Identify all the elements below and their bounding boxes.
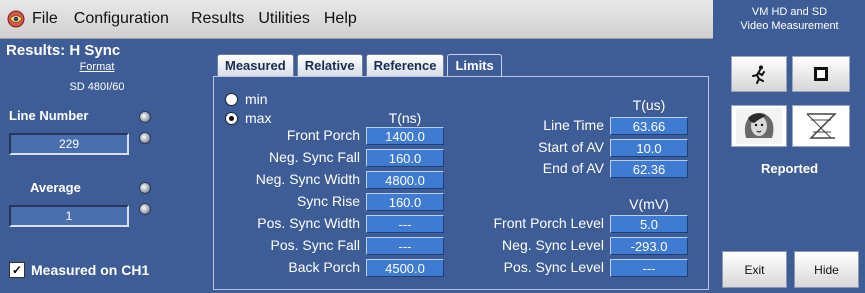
neg-sync-level-value[interactable]: -293.0 — [610, 237, 688, 255]
mode-max-radio[interactable] — [225, 111, 238, 125]
back-porch-label: Back Porch — [288, 259, 360, 275]
left-panel: Results: H Sync Format SD 480I/60 Line N… — [0, 39, 206, 293]
measured-on-row[interactable]: ✓ Measured on CH1 — [9, 262, 149, 278]
start-of-av-label: Start of AV — [538, 139, 604, 155]
tus-column-header: T(us) — [632, 97, 666, 113]
pos-sync-width-value[interactable]: --- — [366, 215, 444, 233]
hide-button[interactable]: Hide — [794, 251, 859, 288]
run-button[interactable] — [731, 56, 787, 92]
menu-configuration[interactable]: Configuration — [74, 0, 169, 38]
reported-label: Reported — [760, 161, 819, 176]
picture-mode-button[interactable] — [731, 105, 787, 147]
sync-rise-value[interactable]: 160.0 — [366, 193, 444, 211]
exit-button[interactable]: Exit — [722, 251, 787, 288]
end-of-av-label: End of AV — [542, 160, 604, 176]
tab-bar: Measured Relative Reference Limits — [217, 54, 505, 76]
app-title-line1: VM HD and SD — [751, 6, 828, 18]
menu-help[interactable]: Help — [324, 0, 357, 38]
pos-sync-level-value[interactable]: --- — [610, 259, 688, 277]
neg-sync-width-label: Neg. Sync Width — [255, 171, 360, 187]
average-knob-up[interactable] — [139, 182, 151, 194]
end-of-av-value[interactable]: 62.36 — [610, 160, 688, 178]
format-label: Format — [79, 61, 115, 73]
average-field[interactable]: 1 — [9, 205, 129, 227]
neg-sync-level-label: Neg. Sync Level — [502, 237, 604, 253]
pos-sync-level-label: Pos. Sync Level — [503, 259, 604, 275]
menu-file[interactable]: File — [32, 0, 58, 38]
right-panel: VM HD and SD Video Measurement Reported … — [714, 0, 865, 293]
neg-sync-fall-value[interactable]: 160.0 — [366, 149, 444, 167]
vmv-column-header: V(mV) — [629, 196, 669, 212]
measured-on-label: Measured on CH1 — [31, 262, 150, 278]
hourglass-waveform-icon — [806, 113, 837, 139]
mode-max-option[interactable]: max — [225, 110, 271, 126]
tab-relative[interactable]: Relative — [296, 54, 363, 76]
menu-results[interactable]: Results — [191, 0, 244, 38]
menu-utilities[interactable]: Utilities — [258, 0, 310, 38]
results-title: Results: H Sync — [6, 42, 121, 59]
app-title-line2: Video Measurement — [740, 20, 839, 32]
front-porch-level-value[interactable]: 5.0 — [610, 215, 688, 233]
mode-min-option[interactable]: min — [225, 91, 268, 107]
front-porch-level-label: Front Porch Level — [493, 215, 605, 231]
sync-rise-label: Sync Rise — [296, 193, 360, 209]
line-time-value[interactable]: 63.66 — [610, 117, 688, 135]
line-number-label: Line Number — [9, 108, 89, 123]
mode-max-label: max — [245, 110, 272, 126]
line-number-knob-down[interactable] — [139, 132, 151, 144]
mode-min-radio[interactable] — [225, 92, 238, 106]
format-value: SD 480I/60 — [69, 81, 125, 93]
running-man-icon — [752, 65, 765, 84]
line-number-knob-up[interactable] — [139, 111, 151, 123]
front-porch-label: Front Porch — [286, 127, 360, 143]
pos-sync-width-label: Pos. Sync Width — [257, 215, 360, 231]
stop-button[interactable] — [792, 56, 850, 92]
back-porch-value[interactable]: 4500.0 — [366, 259, 444, 277]
neg-sync-width-value[interactable]: 4800.0 — [366, 171, 444, 189]
start-of-av-value[interactable]: 10.0 — [610, 139, 688, 157]
tns-column-header: T(ns) — [388, 110, 422, 126]
average-knob-down[interactable] — [139, 203, 151, 215]
pos-sync-fall-label: Pos. Sync Fall — [270, 237, 360, 253]
app-title: VM HD and SD Video Measurement — [714, 5, 865, 33]
stop-square-icon — [814, 67, 828, 81]
measured-on-checkbox[interactable]: ✓ — [9, 262, 25, 278]
tab-measured[interactable]: Measured — [217, 54, 294, 76]
average-label: Average — [30, 180, 81, 195]
neg-sync-fall-label: Neg. Sync Fall — [268, 149, 360, 165]
face-image-icon — [736, 108, 782, 144]
pos-sync-fall-value[interactable]: --- — [366, 237, 444, 255]
line-time-label: Line Time — [543, 117, 604, 133]
menu-bar: File Configuration Results Utilities Hel… — [0, 0, 713, 39]
tab-limits[interactable]: Limits — [447, 54, 502, 76]
tab-reference[interactable]: Reference — [365, 54, 445, 76]
tektronix-app-icon — [7, 10, 25, 28]
waveform-mode-button[interactable] — [792, 105, 850, 147]
front-porch-value[interactable]: 1400.0 — [366, 127, 444, 145]
line-number-field[interactable]: 229 — [9, 133, 129, 155]
mode-min-label: min — [245, 91, 268, 107]
